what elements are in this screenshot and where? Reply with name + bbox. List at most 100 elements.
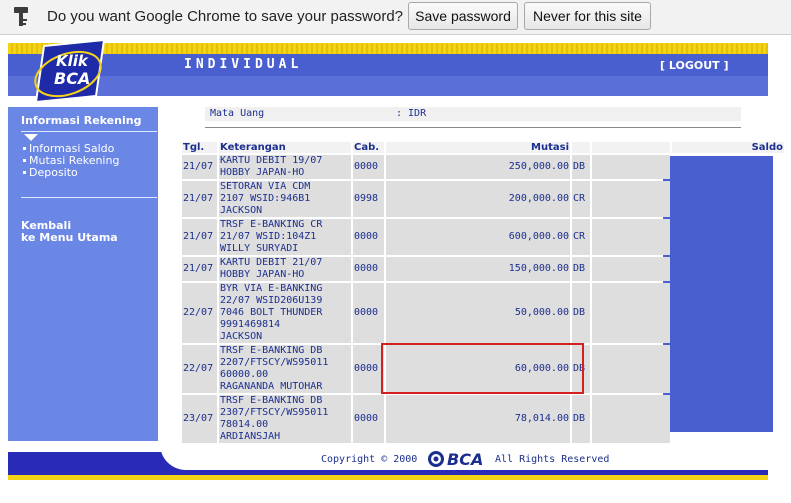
cell-type: DB	[572, 395, 590, 443]
sidebar-divider	[21, 131, 157, 132]
cell-date: 21/07	[182, 155, 217, 179]
cell-type: CR	[572, 219, 590, 255]
cell-type: DB	[572, 283, 590, 343]
cell-date: 22/07	[182, 345, 217, 393]
klikbca-logo[interactable]: Klik BCA	[30, 40, 110, 102]
table-row: 22/07 BYR VIA E-BANKING 22/07 WSID206U13…	[182, 283, 784, 343]
description-line: ARDIANSJAH	[220, 431, 281, 442]
description-line: SETORAN VIA CDM	[220, 181, 311, 192]
cell-branch: 0000	[353, 219, 384, 255]
save-password-button[interactable]: Save password	[408, 2, 518, 30]
description-line: 2207/FTSCY/WS95011	[220, 357, 329, 368]
cell-saldo	[672, 395, 784, 443]
never-save-button[interactable]: Never for this site	[524, 2, 651, 30]
description-line: 60000.00	[220, 369, 269, 380]
rights-text: All Rights Reserved	[495, 454, 610, 465]
divider	[205, 127, 741, 128]
header-yellow-stripe	[8, 43, 768, 54]
cell-description: KARTU DEBIT 21/07 HOBBY JAPAN-HO	[219, 257, 351, 281]
sidebar-item-deposito[interactable]: Deposito	[23, 166, 78, 179]
description-line: TRSF E-BANKING CR	[220, 219, 323, 230]
cell-saldo	[672, 219, 784, 255]
cell-saldo	[672, 345, 784, 393]
cell-amount: 50,000.00	[386, 283, 570, 343]
description-line: 21/07 WSID:104Z1	[220, 231, 317, 242]
table-header-row: Tgl. Keterangan Cab. Mutasi Saldo	[182, 142, 784, 153]
description-line: JACKSON	[220, 331, 263, 342]
expand-arrow-icon	[24, 134, 38, 141]
cell-amount: 78,014.00	[386, 395, 570, 443]
cell-spacer	[592, 155, 670, 179]
cell-amount: 150,000.00	[386, 257, 570, 281]
description-line: HOBBY JAPAN-HO	[220, 269, 305, 280]
cell-type: CR	[572, 181, 590, 217]
cell-spacer	[592, 219, 670, 255]
key-icon	[14, 7, 28, 26]
cell-date: 23/07	[182, 395, 217, 443]
cell-type: DB	[572, 257, 590, 281]
back-link-line2: ke Menu Utama	[21, 231, 118, 244]
logo-text-bca: BCA	[54, 69, 90, 88]
back-to-main-menu-link[interactable]: Kembali ke Menu Utama	[21, 220, 118, 244]
cell-spacer	[592, 345, 670, 393]
cell-branch: 0000	[353, 257, 384, 281]
currency-label: Mata Uang	[210, 108, 265, 119]
cell-amount: 600,000.00	[386, 219, 570, 255]
column-header-tgl: Tgl.	[182, 142, 217, 153]
highlight-box	[381, 343, 584, 394]
cell-branch: 0000	[353, 345, 384, 393]
cell-description: TRSF E-BANKING DB 2307/FTSCY/WS95011 780…	[219, 395, 351, 443]
sidebar-title[interactable]: Informasi Rekening	[21, 114, 141, 127]
table-row: 23/07 TRSF E-BANKING DB 2307/FTSCY/WS950…	[182, 395, 784, 443]
description-line: RAGANANDA MUTOHAR	[220, 381, 323, 392]
description-line: HOBBY JAPAN-HO	[220, 167, 305, 178]
column-header-type	[572, 142, 590, 153]
cell-description: BYR VIA E-BANKING 22/07 WSID206U139 7046…	[219, 283, 351, 343]
cell-spacer	[592, 257, 670, 281]
page-title: INDIVIDUAL	[184, 57, 303, 72]
column-header-cab: Cab.	[353, 142, 384, 153]
description-line: 9991469814	[220, 319, 281, 330]
cell-description: TRSF E-BANKING DB 2207/FTSCY/WS95011 600…	[219, 345, 351, 393]
cell-branch: 0000	[353, 155, 384, 179]
column-header-mutasi: Mutasi	[386, 142, 570, 153]
table-row: 21/07 SETORAN VIA CDM 2107 WSID:946B1 JA…	[182, 181, 784, 217]
table-row: 21/07 TRSF E-BANKING CR 21/07 WSID:104Z1…	[182, 219, 784, 255]
header-band	[8, 54, 768, 76]
cell-saldo	[672, 155, 784, 179]
cell-spacer	[592, 283, 670, 343]
description-line: WILLY SURYADI	[220, 243, 299, 254]
cell-description: KARTU DEBIT 19/07 HOBBY JAPAN-HO	[219, 155, 351, 179]
sidebar-divider	[21, 197, 157, 198]
cell-spacer	[592, 395, 670, 443]
logout-link[interactable]: [ LOGOUT ]	[660, 59, 729, 72]
footer-yellow-stripe	[8, 475, 768, 480]
bca-footer-logo: BCA	[428, 450, 483, 469]
cell-branch: 0000	[353, 395, 384, 443]
cell-description: SETORAN VIA CDM 2107 WSID:946B1 JACKSON	[219, 181, 351, 217]
table-row: 21/07 KARTU DEBIT 19/07 HOBBY JAPAN-HO 0…	[182, 155, 784, 179]
table-row: 21/07 KARTU DEBIT 21/07 HOBBY JAPAN-HO 0…	[182, 257, 784, 281]
cell-saldo	[672, 181, 784, 217]
password-infobar: Do you want Google Chrome to save your p…	[0, 0, 791, 35]
description-line: KARTU DEBIT 19/07	[220, 155, 323, 166]
currency-value: : IDR	[396, 108, 427, 119]
header-stripe	[8, 76, 768, 96]
cell-amount: 200,000.00	[386, 181, 570, 217]
cell-date: 21/07	[182, 257, 217, 281]
cell-date: 21/07	[182, 219, 217, 255]
transaction-table: Tgl. Keterangan Cab. Mutasi Saldo 21/07 …	[180, 140, 786, 445]
cell-saldo	[672, 283, 784, 343]
footer-brand-text: BCA	[447, 450, 483, 469]
currency-row	[205, 107, 741, 121]
cell-spacer	[592, 181, 670, 217]
description-line: KARTU DEBIT 21/07	[220, 257, 323, 268]
column-header-saldo: Saldo	[672, 142, 784, 153]
description-line: 78014.00	[220, 419, 269, 430]
description-line: 22/07 WSID206U139	[220, 295, 323, 306]
cell-type: DB	[572, 155, 590, 179]
description-line: 2307/FTSCY/WS95011	[220, 407, 329, 418]
description-line: JACKSON	[220, 205, 263, 216]
cell-date: 21/07	[182, 181, 217, 217]
infobar-message: Do you want Google Chrome to save your p…	[47, 8, 404, 25]
